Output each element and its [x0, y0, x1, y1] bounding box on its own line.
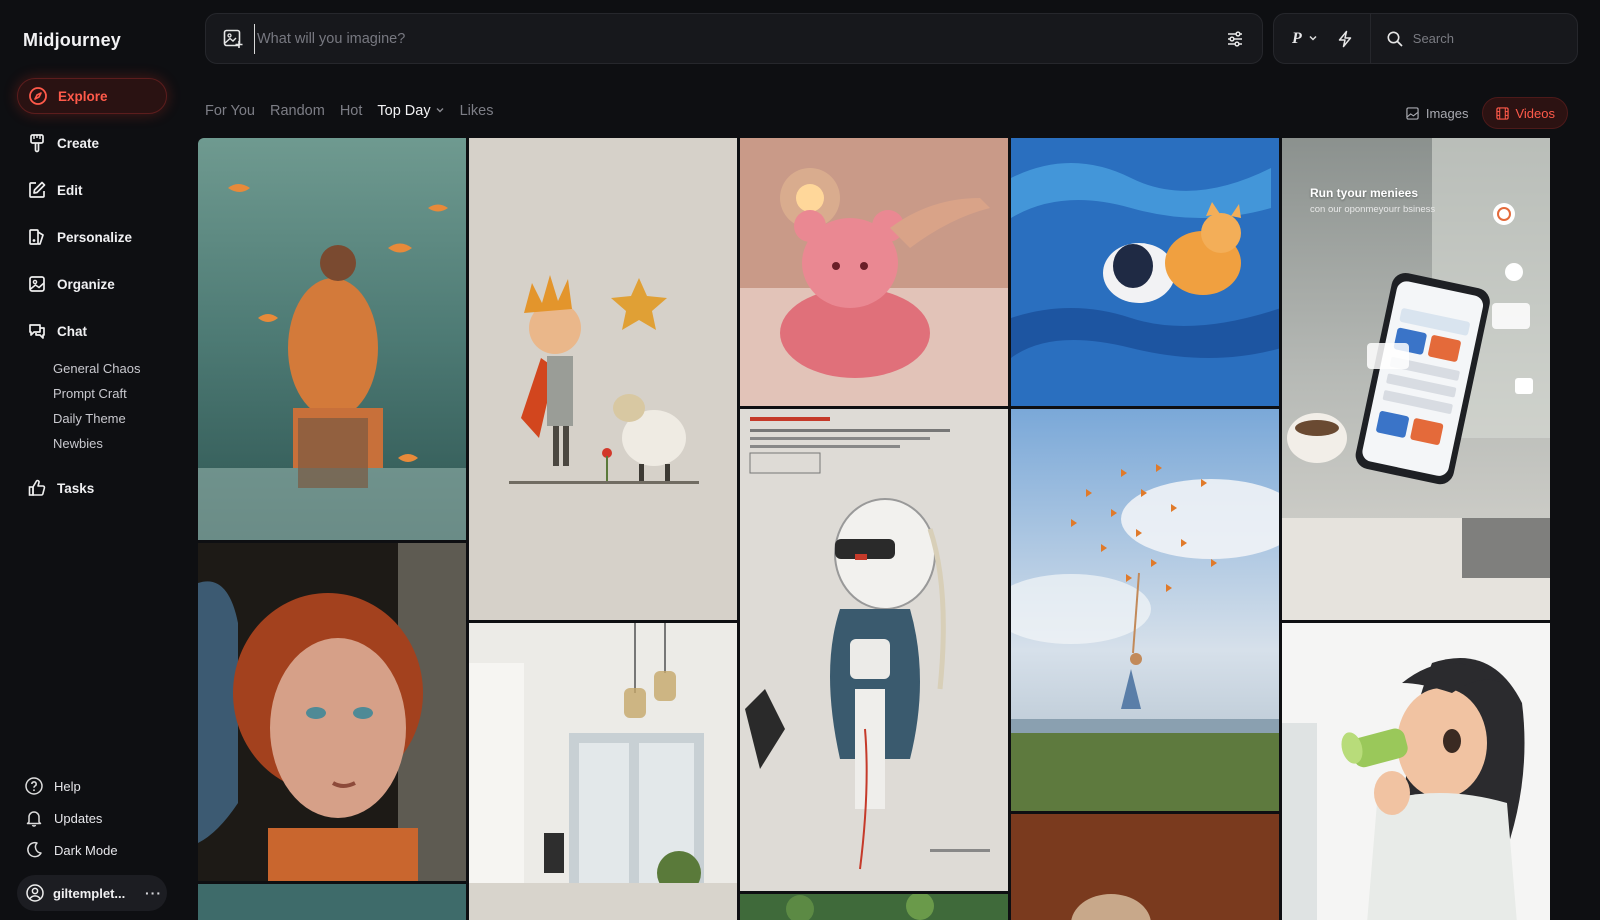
chat-channel-item[interactable]: Newbies — [53, 431, 167, 456]
mode-bar: P — [1273, 13, 1578, 64]
dark-mode-label: Dark Mode — [54, 842, 118, 858]
avatar-icon — [25, 883, 45, 903]
search-box — [1385, 29, 1577, 49]
filter-random[interactable]: Random — [270, 103, 325, 119]
filter-for-you[interactable]: For You — [205, 103, 255, 119]
gallery-tile-app-ad[interactable]: Run tyour meniees con our oponmeyourr bs… — [1282, 138, 1550, 620]
image-prompt-icon[interactable] — [222, 28, 244, 50]
moon-icon — [24, 840, 44, 860]
feed-filters: For You Random Hot Top Day Likes — [205, 103, 508, 119]
divider — [1369, 13, 1371, 64]
sidebar-item-label: Edit — [57, 182, 83, 198]
user-menu-button[interactable]: ··· — [145, 885, 167, 901]
videos-toggle-button[interactable]: Videos — [1482, 97, 1568, 129]
compass-icon — [28, 86, 48, 106]
prompt-bar — [205, 13, 1263, 64]
dark-mode-toggle[interactable]: Dark Mode — [24, 834, 174, 866]
images-toggle-button[interactable]: Images — [1394, 97, 1481, 129]
sidebar-item-edit[interactable]: Edit — [17, 172, 167, 208]
settings-sliders-icon[interactable] — [1218, 22, 1252, 56]
sidebar-bottom-links: Help Updates Dark Mode — [24, 770, 174, 866]
filter-top-day-label: Top Day — [377, 103, 431, 119]
help-label: Help — [54, 778, 81, 794]
ad-tile-title: Run tyour meniees — [1310, 186, 1419, 200]
sidebar-item-organize[interactable]: Organize — [17, 266, 167, 302]
sidebar-item-label: Chat — [57, 323, 87, 339]
gallery-tile-cyborg-poster[interactable] — [740, 409, 1008, 891]
filter-likes[interactable]: Likes — [460, 103, 494, 119]
prompt-input[interactable] — [254, 23, 1218, 54]
sidebar-item-label: Explore — [58, 88, 108, 104]
sidebar-nav: Explore Create Edit Personalize Organize… — [17, 78, 167, 517]
filter-hot[interactable]: Hot — [340, 103, 363, 119]
chat-channel-item[interactable]: General Chaos — [53, 356, 167, 381]
gallery-tile-painted-cats[interactable] — [1011, 138, 1279, 406]
film-icon — [1495, 106, 1509, 120]
gallery-tile-gummy-bear[interactable] — [740, 138, 1008, 406]
sidebar-item-label: Organize — [57, 276, 115, 292]
personalization-label: P — [1292, 29, 1302, 47]
image-icon — [27, 274, 47, 294]
app: Midjourney Explore Create Edit Personali… — [0, 0, 1600, 920]
gallery-tile-brown[interactable] — [1011, 814, 1279, 920]
thumbs-up-icon — [27, 478, 47, 498]
gallery-tile-cartoon-girl[interactable] — [1282, 623, 1550, 920]
chat-channels: General Chaos Prompt Craft Daily Theme N… — [53, 356, 167, 456]
chevron-down-icon — [1308, 30, 1318, 48]
help-icon — [24, 776, 44, 796]
sidebar: Midjourney Explore Create Edit Personali… — [0, 0, 185, 920]
personalization-dropdown[interactable]: P — [1292, 30, 1318, 48]
updates-link[interactable]: Updates — [24, 802, 174, 834]
image-icon — [1406, 106, 1420, 120]
gallery-tile-teal[interactable] — [198, 884, 466, 920]
brand-logo[interactable]: Midjourney — [23, 30, 121, 51]
sidebar-item-explore[interactable]: Explore — [17, 78, 167, 114]
sidebar-item-chat[interactable]: Chat — [17, 313, 167, 349]
chat-icon — [27, 321, 47, 341]
help-link[interactable]: Help — [24, 770, 174, 802]
images-toggle-label: Images — [1425, 105, 1469, 121]
updates-label: Updates — [54, 810, 103, 826]
chat-channel-item[interactable]: Daily Theme — [53, 406, 167, 431]
brush-icon — [27, 133, 47, 153]
user-account-button[interactable]: giltemplet... ··· — [17, 875, 167, 911]
gallery-tile-foliage[interactable] — [740, 894, 1008, 920]
gallery-tile-butterflies-girl[interactable] — [1011, 409, 1279, 811]
chevron-down-icon — [435, 103, 445, 119]
filter-top-day[interactable]: Top Day — [377, 103, 444, 119]
edit-icon — [27, 180, 47, 200]
gallery-tile-underwater-man[interactable] — [198, 138, 466, 540]
gallery-tile-little-prince[interactable] — [469, 138, 737, 620]
ad-tile-subtitle: con our oponmeyourr bsiness — [1310, 204, 1436, 215]
media-type-toggle: Images Videos — [1392, 97, 1568, 129]
videos-toggle-label: Videos — [1515, 105, 1555, 121]
gallery-tile-white-kitchen[interactable] — [469, 623, 737, 920]
lightning-icon[interactable] — [1334, 28, 1356, 50]
image-gallery: Run tyour meniees con our oponmeyourr bs… — [198, 138, 1578, 920]
sidebar-item-personalize[interactable]: Personalize — [17, 219, 167, 255]
sidebar-item-tasks[interactable]: Tasks — [17, 470, 167, 506]
sidebar-item-label: Tasks — [57, 480, 95, 496]
sidebar-item-create[interactable]: Create — [17, 125, 167, 161]
sidebar-item-label: Create — [57, 135, 100, 151]
chat-channel-item[interactable]: Prompt Craft — [53, 381, 167, 406]
search-icon — [1385, 29, 1405, 49]
gallery-tile-redhead-portrait[interactable] — [198, 543, 466, 881]
bell-icon — [24, 808, 44, 828]
personalize-icon — [27, 227, 47, 247]
search-input[interactable] — [1412, 31, 1553, 46]
username: giltemplet... — [53, 885, 126, 901]
sidebar-item-label: Personalize — [57, 229, 133, 245]
